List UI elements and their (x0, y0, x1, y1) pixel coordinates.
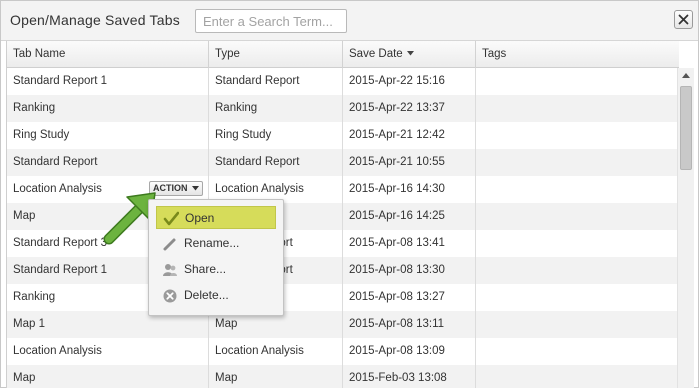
delete-icon (163, 289, 177, 303)
cell-tags (476, 95, 679, 122)
cell-type: Map (209, 365, 343, 388)
search-input[interactable] (195, 9, 347, 33)
cell-tags (476, 176, 679, 203)
cell-type: Location Analysis (209, 338, 343, 365)
cell-tags (476, 68, 679, 95)
cell-type: Standard Report (209, 68, 343, 95)
cell-tab-name: Ranking (7, 95, 209, 122)
cell-tags (476, 122, 679, 149)
table-row[interactable]: Location Analysis Location Analysis 2015… (7, 338, 679, 365)
table-row[interactable]: Standard Report 1 Standard Report 2015-A… (7, 68, 679, 95)
cell-type: Standard Report (209, 149, 343, 176)
table-row[interactable]: Standard Report 1 port 2015-Apr-08 13:30 (7, 257, 679, 284)
cell-save-date: 2015-Feb-03 13:08 (343, 365, 476, 388)
cell-tags (476, 149, 679, 176)
table-row[interactable]: Ranking Ranking 2015-Apr-22 13:37 (7, 95, 679, 122)
share-users-icon (163, 264, 177, 276)
table-header: Tab Name Type Save Date Tags (7, 41, 679, 68)
saved-tabs-dialog: Open/Manage Saved Tabs Tab Name Type Sav… (0, 0, 699, 388)
cell-tab-name: Ring Study (7, 122, 209, 149)
cell-save-date: 2015-Apr-21 12:42 (343, 122, 476, 149)
cell-tags (476, 338, 679, 365)
cell-save-date: 2015-Apr-08 13:41 (343, 230, 476, 257)
cell-tab-name: Standard Report 1 (7, 68, 209, 95)
cell-tab-name: Location Analysis (7, 338, 209, 365)
cell-type: Ring Study (209, 122, 343, 149)
menu-item-share[interactable]: Share... (156, 258, 276, 281)
dialog-title: Open/Manage Saved Tabs (10, 12, 180, 28)
cell-tags (476, 365, 679, 388)
cell-type: Ranking (209, 95, 343, 122)
cell-save-date: 2015-Apr-16 14:25 (343, 203, 476, 230)
cell-save-date: 2015-Apr-08 13:27 (343, 284, 476, 311)
cell-save-date: 2015-Apr-08 13:11 (343, 311, 476, 338)
cell-save-date: 2015-Apr-08 13:30 (343, 257, 476, 284)
menu-item-open[interactable]: Open (156, 206, 276, 229)
checkmark-icon (163, 211, 179, 226)
table-row[interactable]: Ranking 2015-Apr-08 13:27 (7, 284, 679, 311)
column-header-save-date[interactable]: Save Date (343, 41, 476, 68)
vertical-scrollbar[interactable] (677, 68, 694, 388)
cell-save-date: 2015-Apr-08 13:09 (343, 338, 476, 365)
column-header-type[interactable]: Type (209, 41, 343, 68)
table-row[interactable]: Map 1 Map 2015-Apr-08 13:11 (7, 311, 679, 338)
cell-tags (476, 284, 679, 311)
action-context-menu: Open Rename... Share... Delete... (148, 199, 284, 316)
cell-tags (476, 257, 679, 284)
cell-tab-name: Map (7, 365, 209, 388)
scrollbar-thumb[interactable] (680, 86, 692, 170)
cell-tags (476, 230, 679, 257)
cell-tab-name: Standard Report (7, 149, 209, 176)
column-header-tab-name[interactable]: Tab Name (7, 41, 209, 68)
table-row[interactable]: Ring Study Ring Study 2015-Apr-21 12:42 (7, 122, 679, 149)
cell-save-date: 2015-Apr-22 13:37 (343, 95, 476, 122)
chevron-down-icon (192, 186, 199, 191)
close-icon (678, 14, 689, 25)
menu-item-delete[interactable]: Delete... (156, 284, 276, 307)
dialog-titlebar: Open/Manage Saved Tabs (1, 1, 698, 41)
pencil-icon (163, 238, 176, 251)
column-header-tags[interactable]: Tags (476, 41, 679, 68)
table-row[interactable]: Standard Report Standard Report 2015-Apr… (7, 149, 679, 176)
cell-tags (476, 203, 679, 230)
cell-save-date: 2015-Apr-21 10:55 (343, 149, 476, 176)
close-button[interactable] (674, 10, 693, 29)
cell-save-date: 2015-Apr-22 15:16 (343, 68, 476, 95)
cell-tags (476, 311, 679, 338)
table-row[interactable]: Map Map 2015-Feb-03 13:08 (7, 365, 679, 388)
menu-item-rename[interactable]: Rename... (156, 232, 276, 255)
sort-descending-icon (406, 51, 414, 56)
cell-save-date: 2015-Apr-16 14:30 (343, 176, 476, 203)
scroll-up-arrow-icon[interactable] (682, 73, 690, 78)
